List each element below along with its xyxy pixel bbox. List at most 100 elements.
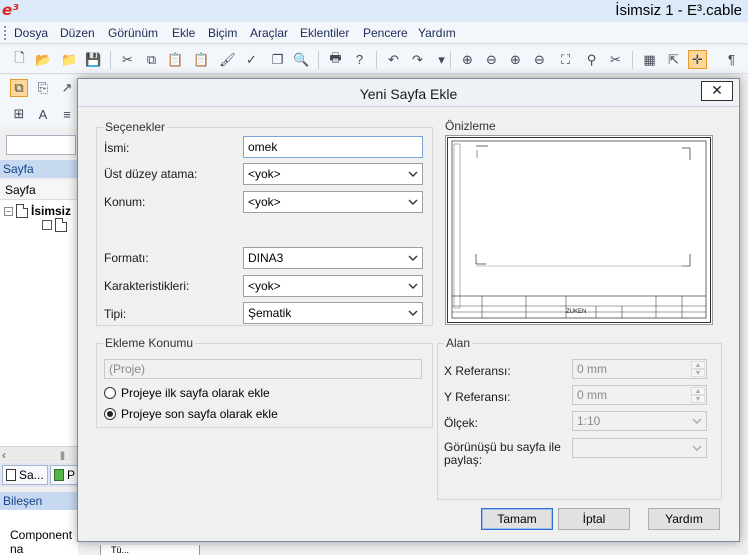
x-ref-spin[interactable]: ▲ ▼ (691, 361, 705, 377)
spin-up-icon[interactable]: ▲ (691, 361, 705, 369)
chevron-down-icon (691, 413, 703, 429)
format-label: Formatı: (104, 251, 149, 265)
tree-row-sheet[interactable] (42, 218, 67, 232)
paste-special-icon[interactable]: 📋 (192, 50, 211, 69)
find-icon[interactable]: 🔍 (292, 50, 311, 69)
location-select-value: <yok> (248, 195, 281, 209)
sheet-export-icon[interactable]: ⎘ (34, 79, 52, 97)
parent-select-value: <yok> (248, 167, 281, 181)
ok-button[interactable]: Tamam (481, 508, 553, 530)
format-select-value: DINA3 (248, 251, 284, 265)
spin-down-icon[interactable]: ▼ (691, 369, 705, 377)
chevron-down-icon (407, 194, 419, 210)
menu-bicim[interactable]: Biçim (208, 26, 237, 40)
help-icon[interactable]: ? (350, 50, 369, 69)
cursor-icon[interactable]: ⇱ (664, 50, 683, 69)
snap-grid-icon[interactable]: ✛ (688, 50, 707, 69)
tab-parts[interactable]: P (50, 465, 80, 485)
chevron-down-icon (407, 278, 419, 294)
redo-icon[interactable]: ↷ (408, 50, 427, 69)
toolbar-separator (632, 51, 633, 69)
location-select[interactable]: <yok> (243, 191, 423, 213)
sheet-preview: ZUKEN (445, 135, 713, 325)
sheet-tree-header[interactable]: Sayfa (0, 180, 78, 200)
share-select[interactable] (572, 438, 707, 458)
tab-parts-label: P (67, 468, 76, 482)
parent-label: Üst düzey atama: (104, 167, 198, 181)
print-icon[interactable]: 🖶 (326, 50, 345, 69)
y-ref-spin[interactable]: ▲ ▼ (691, 387, 705, 403)
zoom-circle-plus-icon[interactable]: ⊕ (506, 50, 525, 69)
type-label: Tipi: (104, 307, 127, 321)
project-field: (Proje) (104, 359, 422, 379)
radio-first-button[interactable] (104, 387, 116, 399)
spin-down-icon[interactable]: ▼ (691, 395, 705, 403)
spin-up-icon[interactable]: ▲ (691, 387, 705, 395)
open-folder-icon[interactable]: 📂 (34, 50, 53, 69)
menu-araclar[interactable]: Araçlar (250, 26, 288, 40)
sheet-checkbox[interactable] (42, 220, 52, 230)
radio-last-button[interactable] (104, 408, 116, 420)
zoom-in-icon[interactable]: ⊕ (458, 50, 477, 69)
scale-select[interactable]: 1:10 (572, 411, 707, 431)
sheet-preview-drawing: ZUKEN (447, 137, 711, 323)
folder-icon[interactable]: 📁 (60, 50, 79, 69)
cut-icon[interactable]: ✂ (118, 50, 137, 69)
wire-cut-icon[interactable]: ✂ (606, 50, 625, 69)
close-icon[interactable]: ✕ (701, 81, 733, 101)
radio-insert-first[interactable]: Projeye ilk sayfa olarak ekle (104, 386, 270, 400)
collapse-icon[interactable]: − (4, 206, 13, 216)
grid-icon[interactable]: ▦ (640, 50, 659, 69)
help-button[interactable]: Yardım (648, 508, 720, 530)
y-ref-value: 0 mm (577, 388, 607, 402)
tree-row-project[interactable]: − İsimsiz (4, 204, 71, 218)
zoom-fit-icon[interactable]: ⛶ (556, 50, 575, 69)
menu-ekle[interactable]: Ekle (172, 26, 195, 40)
radio-insert-last[interactable]: Projeye son sayfa olarak ekle (104, 407, 278, 421)
format-painter-icon[interactable]: 🖌 (218, 50, 237, 69)
sheet-move-icon[interactable]: ↗ (58, 79, 76, 97)
chevron-down-icon (407, 305, 419, 321)
dialog-titlebar[interactable]: Yeni Sayfa Ekle ✕ (78, 79, 739, 107)
menu-duzen[interactable]: Düzen (60, 26, 95, 40)
y-ref-spinbox[interactable]: 0 mm ▲ ▼ (572, 385, 707, 405)
characteristics-select[interactable]: <yok> (243, 275, 423, 297)
new-sheet-icon[interactable]: 🗋 (10, 50, 29, 69)
bottom-strip: Tü... (100, 545, 200, 555)
panel-tabs: Sa... P (0, 463, 80, 487)
cancel-button[interactable]: İptal (558, 508, 630, 530)
copy-icon[interactable]: ⧉ (142, 50, 161, 69)
paste-icon[interactable]: 📋 (166, 50, 185, 69)
zoom-out-icon[interactable]: ⊖ (482, 50, 501, 69)
menu-yardim[interactable]: Yardım (418, 26, 456, 40)
parent-select[interactable]: <yok> (243, 163, 423, 185)
undo-icon[interactable]: ↶ (384, 50, 403, 69)
format-select[interactable]: DINA3 (243, 247, 423, 269)
align-icon[interactable]: ⊞ (10, 105, 28, 123)
type-select[interactable]: Şematik (243, 302, 423, 324)
binoculars-icon[interactable]: ⚲ (582, 50, 601, 69)
x-ref-spinbox[interactable]: 0 mm ▲ ▼ (572, 359, 707, 379)
duplicate-icon[interactable]: ❐ (268, 50, 287, 69)
name-input[interactable]: omek (243, 136, 423, 158)
save-icon[interactable]: 💾 (84, 50, 103, 69)
preview-legend: Önizleme (443, 119, 498, 133)
menu-eklentiler[interactable]: Eklentiler (300, 26, 349, 40)
layout-icon[interactable]: ≡ (58, 105, 76, 123)
menu-dosya[interactable]: Dosya (14, 26, 48, 40)
horizontal-scrollbar[interactable]: ‹ ||| (0, 446, 78, 462)
x-ref-label: X Referansı: (444, 364, 511, 378)
menu-gorunum[interactable]: Görünüm (108, 26, 158, 40)
paragraph-icon[interactable]: ¶ (722, 50, 741, 69)
scroll-left-icon[interactable]: ‹ (2, 448, 6, 462)
zoom-circle-minus-icon[interactable]: ⊖ (530, 50, 549, 69)
sheet-copy-icon[interactable]: ⧉ (10, 79, 28, 97)
scroll-thumb[interactable]: ||| (60, 450, 65, 460)
spellcheck-icon[interactable]: ✓ (242, 50, 261, 69)
menu-pencere[interactable]: Pencere (363, 26, 408, 40)
tab-sheets[interactable]: Sa... (2, 465, 48, 485)
left-search-input[interactable] (6, 135, 76, 155)
toolbar-overflow-icon[interactable]: ▾ (432, 50, 451, 69)
component-panel-header: Bileşen (0, 492, 78, 510)
text-align-icon[interactable]: A (34, 105, 52, 123)
